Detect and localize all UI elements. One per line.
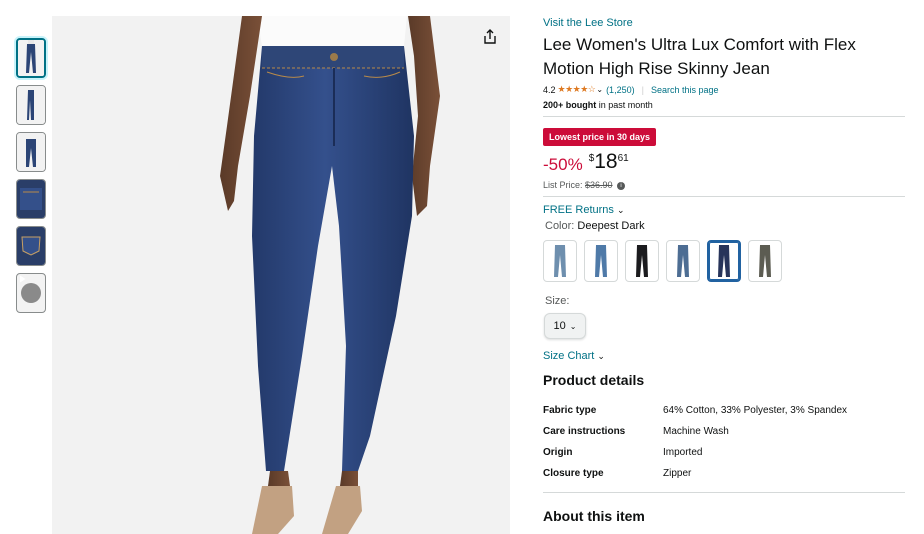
bought-in-past-month: 200+ bought in past month [543, 100, 653, 110]
price-fraction: 61 [617, 153, 629, 164]
chevron-down-icon: ⌄ [569, 321, 577, 331]
price-row: -50% $ 18 61 [543, 150, 629, 175]
product-details-heading: Product details [543, 372, 645, 388]
about-this-item-heading: About this item [543, 508, 645, 524]
detail-key: Origin [543, 447, 573, 458]
list-price-label: List Price: [543, 180, 586, 190]
detail-key: Fabric type [543, 405, 597, 416]
thumbnail-video[interactable] [16, 273, 46, 313]
selected-color-name: Deepest Dark [577, 220, 645, 232]
detail-value: Imported [663, 447, 703, 458]
color-swatch[interactable] [666, 240, 700, 282]
color-swatch[interactable] [543, 240, 577, 282]
rating-row: 4.2 ★★★★☆ ⌄ (1,250) | Search this page [543, 84, 718, 95]
list-price-value: $36.90 [585, 180, 613, 190]
size-chart-label: Size Chart [543, 350, 595, 362]
thumbnail-detail[interactable] [16, 179, 46, 219]
detail-value: 64% Cotton, 33% Polyester, 3% Spandex [663, 405, 848, 416]
rating-value: 4.2 [543, 84, 556, 95]
share-icon[interactable] [481, 28, 499, 46]
play-icon [20, 275, 41, 303]
size-label: Size: [545, 295, 570, 307]
free-returns-label: FREE Returns [543, 204, 614, 216]
color-swatches [543, 240, 789, 282]
thumbnail-front[interactable] [16, 38, 46, 78]
jeans-thumbnail-image [17, 227, 45, 265]
deal-badge: Lowest price in 30 days [543, 128, 657, 146]
thumbnail-side[interactable] [16, 85, 46, 125]
chevron-down-icon: ⌄ [616, 205, 625, 215]
color-swatch[interactable] [748, 240, 782, 282]
detail-row: Closure type Zipper [543, 463, 903, 484]
chevron-down-icon: ⌄ [597, 351, 605, 361]
search-this-page-link[interactable]: Search this page [651, 85, 719, 95]
discount-percent: -50% [543, 155, 583, 174]
size-chart-link[interactable]: Size Chart ⌄ [543, 350, 608, 362]
jeans-thumbnail-image [17, 86, 45, 124]
color-swatch[interactable] [584, 240, 618, 282]
swatch-jeans-image [718, 245, 730, 277]
bought-count: 200+ bought [543, 100, 597, 110]
detail-key: Care instructions [543, 426, 626, 437]
color-label-prefix: Color: [545, 220, 578, 232]
star-rating-icon[interactable]: ★★★★☆ [558, 84, 596, 95]
jeans-thumbnail-image [17, 133, 45, 171]
product-details-table: Fabric type 64% Cotton, 33% Polyester, 3… [543, 400, 903, 484]
jeans-thumbnail-image [17, 180, 45, 218]
swatch-jeans-image [677, 245, 689, 277]
jeans-model-photo [52, 16, 510, 534]
detail-value: Machine Wash [663, 426, 729, 437]
store-link[interactable]: Visit the Lee Store [543, 17, 633, 29]
main-product-image[interactable] [52, 16, 510, 534]
section-divider [543, 492, 905, 493]
product-title: Lee Women's Ultra Lux Comfort with Flex … [543, 35, 856, 78]
swatch-jeans-image [595, 245, 607, 277]
swatch-jeans-image [554, 245, 566, 277]
chevron-down-icon[interactable]: ⌄ [596, 85, 603, 94]
detail-row: Fabric type 64% Cotton, 33% Polyester, 3… [543, 400, 903, 421]
detail-row: Care instructions Machine Wash [543, 421, 903, 442]
free-returns-link[interactable]: FREE Returns ⌄ [543, 204, 628, 216]
thumbnail-strip [16, 38, 46, 320]
divider: | [641, 84, 644, 95]
detail-key: Closure type [543, 468, 604, 479]
bought-suffix: in past month [596, 100, 653, 110]
size-dropdown[interactable]: 10 ⌄ [544, 313, 586, 339]
detail-value: Zipper [663, 468, 692, 479]
thumbnail-pocket[interactable] [16, 226, 46, 266]
section-divider [543, 196, 905, 197]
section-divider [543, 116, 905, 117]
jeans-thumbnail-image [18, 40, 44, 76]
thumbnail-back[interactable] [16, 132, 46, 172]
price-whole: 18 [594, 150, 618, 173]
detail-row: Origin Imported [543, 442, 903, 463]
color-swatch-selected[interactable] [707, 240, 741, 282]
size-selected-value: 10 [553, 320, 566, 332]
ratings-count-link[interactable]: (1,250) [606, 85, 635, 95]
color-label: Color: Deepest Dark [545, 220, 645, 232]
swatch-jeans-image [759, 245, 771, 277]
list-price: List Price: $36.90 i [543, 180, 626, 190]
swatch-jeans-image [636, 245, 648, 277]
color-swatch[interactable] [625, 240, 659, 282]
info-icon[interactable]: i [617, 181, 626, 190]
